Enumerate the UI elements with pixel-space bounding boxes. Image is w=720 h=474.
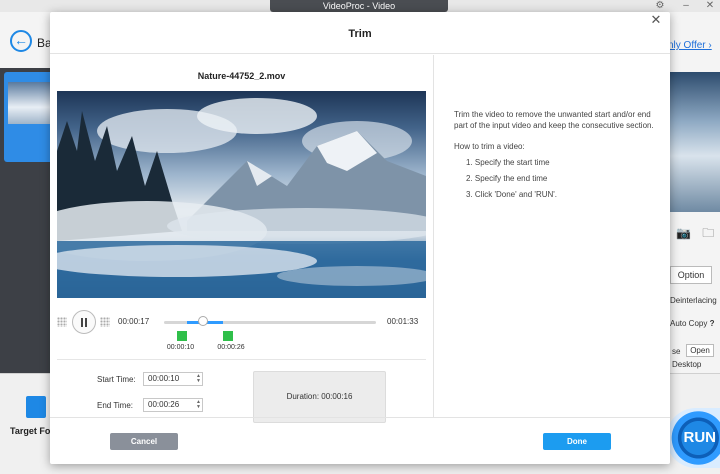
start-marker-label: 00:00:10 <box>166 344 195 351</box>
open-folder-button[interactable]: Open <box>686 344 714 357</box>
minimize-icon[interactable]: – <box>676 0 696 12</box>
run-button[interactable]: RUN <box>666 408 720 468</box>
dialog-header: Trim ✕ <box>50 12 670 54</box>
browse-label[interactable]: se <box>672 347 680 356</box>
video-thumbnail-card[interactable] <box>4 72 50 162</box>
target-format-icon[interactable] <box>26 396 46 418</box>
app-title: VideoProc - Video <box>270 0 448 12</box>
video-thumbnail <box>8 82 50 124</box>
deinterlacing-label[interactable]: Deinterlacing <box>670 296 717 305</box>
end-marker-handle[interactable] <box>223 331 234 341</box>
end-time-value: 00:00:26 <box>148 400 180 409</box>
help-column: Trim the video to remove the unwanted st… <box>454 109 662 205</box>
video-frame-image <box>57 98 426 298</box>
duration-label: Duration: <box>286 392 320 401</box>
duration-display: Duration: 00:00:16 <box>253 371 386 423</box>
close-window-icon[interactable]: ✕ <box>700 0 720 12</box>
dialog-title: Trim <box>348 28 372 40</box>
start-time-input[interactable]: 00:00:10 ▲ ▼ <box>143 372 203 386</box>
column-divider <box>433 55 434 417</box>
help-mark[interactable]: ? <box>710 319 715 328</box>
help-step: 2. Specify the end time <box>466 174 548 183</box>
target-format-label[interactable]: Target Fo <box>10 426 50 436</box>
help-step: 3. Click 'Done' and 'RUN'. <box>466 190 558 199</box>
settings-icon[interactable]: ⚙ <box>650 0 670 12</box>
file-name: Nature-44752_2.mov <box>197 71 286 81</box>
camera-icon[interactable]: 📷 <box>676 226 691 240</box>
done-button[interactable]: Done <box>543 433 611 450</box>
playhead-handle[interactable] <box>197 316 208 326</box>
player-column: Nature-44752_2.mov 00:00:17 00:01:33 00:… <box>50 55 433 423</box>
cancel-button[interactable]: Cancel <box>110 433 178 450</box>
help-step: 1. Specify the start time <box>466 158 550 167</box>
help-howto-title: How to trim a video: <box>454 142 525 151</box>
frame-back-icon[interactable] <box>57 317 67 327</box>
offer-link[interactable]: nly Offer › <box>668 40 712 51</box>
help-steps: 1. Specify the start time 2. Specify the… <box>454 157 662 200</box>
duration-value: 00:00:16 <box>321 392 353 401</box>
option-button[interactable]: Option <box>670 266 712 284</box>
back-arrow-icon[interactable]: ← <box>10 30 32 52</box>
preview-thumbnail <box>670 72 720 212</box>
end-time-label: End Time: <box>97 401 134 410</box>
end-time-input[interactable]: 00:00:26 ▲ ▼ <box>143 398 203 412</box>
pause-button[interactable] <box>72 310 96 334</box>
video-preview[interactable] <box>57 91 426 298</box>
total-time: 00:01:33 <box>387 317 419 326</box>
start-time-value: 00:00:10 <box>148 374 180 383</box>
dialog-body: Nature-44752_2.mov 00:00:17 00:01:33 00:… <box>50 55 670 423</box>
end-marker-label: 00:00:26 <box>217 344 245 351</box>
auto-copy-label[interactable]: Auto Copy <box>670 319 707 328</box>
start-time-label: Start Time: <box>97 375 136 384</box>
current-time: 00:00:17 <box>118 317 150 326</box>
start-time-spinner-icon[interactable]: ▲ ▼ <box>196 374 201 384</box>
divider <box>57 359 426 360</box>
start-marker-handle[interactable] <box>176 331 187 341</box>
frame-forward-icon[interactable] <box>100 317 110 327</box>
end-time-spinner-icon[interactable]: ▲ ▼ <box>196 400 201 410</box>
dialog-footer: Cancel Done <box>50 417 670 464</box>
help-intro: Trim the video to remove the unwanted st… <box>454 110 654 130</box>
folder-icon[interactable]: 🗀 <box>702 226 714 240</box>
trim-dialog: Trim ✕ Nature-44752_2.mov 00:00:17 00:01… <box>50 12 670 464</box>
close-icon[interactable]: ✕ <box>648 12 664 28</box>
output-folder-label: Desktop <box>672 360 702 369</box>
timeline-track[interactable] <box>164 316 376 326</box>
